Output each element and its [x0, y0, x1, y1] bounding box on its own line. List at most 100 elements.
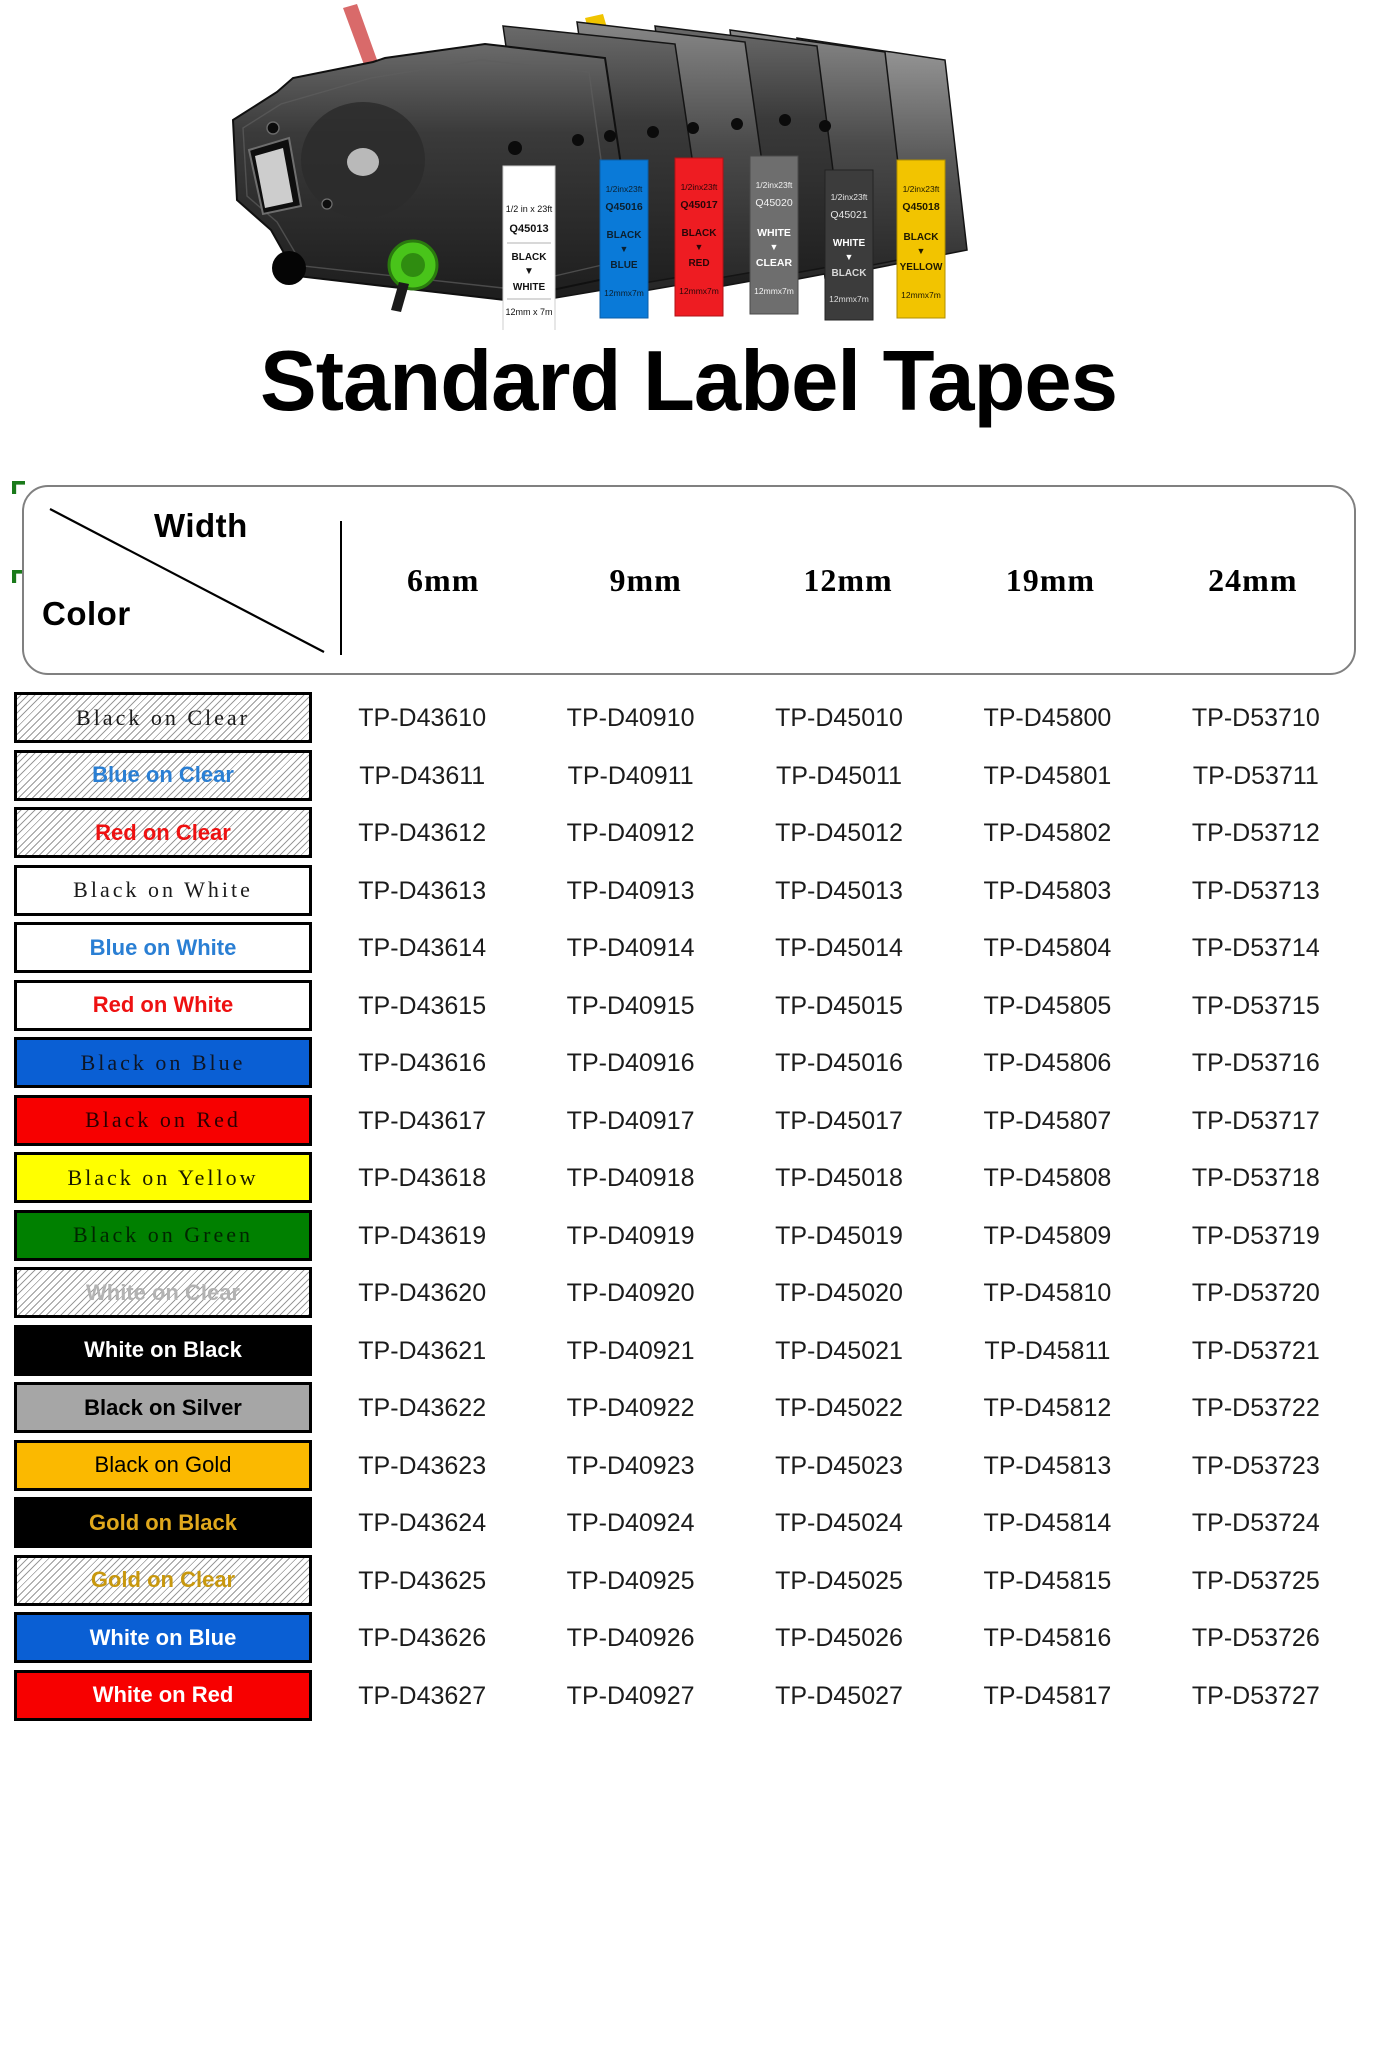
- part-number-cell: TP-D53716: [1191, 1049, 1320, 1078]
- svg-text:▼: ▼: [917, 246, 926, 256]
- table-row: White on Black TP-D43621 TP-D40921 TP-D4502…: [0, 1323, 1377, 1381]
- part-number-cell: TP-D43619: [358, 1221, 487, 1250]
- part-number-cell: TP-D40913: [566, 876, 695, 905]
- part-number-cell: TP-D45013: [775, 876, 903, 905]
- table-row: Red on White TP-D43615 TP-D40915 TP-D45015 T…: [0, 978, 1377, 1036]
- part-number-cells: TP-D43610 TP-D40910 TP-D45010 TP-D45800 TP-D…: [318, 690, 1360, 748]
- header-width-label: Width: [154, 507, 248, 544]
- color-swatch-label: Black on White: [73, 877, 253, 902]
- part-number-cell: TP-D53724: [1191, 1509, 1320, 1538]
- part-number-cell: TP-D45014: [775, 934, 903, 963]
- color-swatch: Red on White: [14, 979, 312, 1031]
- svg-text:BLACK: BLACK: [682, 228, 718, 239]
- part-number-cell: TP-D43616: [358, 1049, 487, 1078]
- part-number-cell: TP-D45012: [775, 819, 903, 848]
- part-number-cells: TP-D43620 TP-D40920 TP-D45020 TP-D45810 TP-D…: [318, 1265, 1360, 1323]
- cartridge-label-q45018: 1/2inx23ft Q45018 BLACK ▼ YELLOW 12mmx7m: [896, 159, 946, 319]
- color-swatch: Blue on Clear: [14, 749, 312, 801]
- color-swatch-label: White on Black: [84, 1337, 242, 1362]
- color-swatch-label: Gold on Clear: [90, 1567, 236, 1592]
- table-row: White on Clear TP-D43620 TP-D40920 TP-D4502…: [0, 1265, 1377, 1323]
- part-number-cell: TP-D45024: [775, 1509, 903, 1538]
- svg-text:WHITE: WHITE: [513, 282, 546, 293]
- color-swatch-label: White on Blue: [89, 1624, 237, 1650]
- svg-text:▼: ▼: [620, 244, 629, 254]
- width-header-19mm: 19mm: [1005, 561, 1096, 598]
- part-number-cell: TP-D53717: [1191, 1106, 1320, 1135]
- color-swatch: Black on Clear: [14, 692, 312, 743]
- part-number-cells: TP-D43622 TP-D40922 TP-D45022 TP-D45812 TP-D…: [318, 1380, 1360, 1438]
- part-number-cell: TP-D40910: [566, 704, 695, 733]
- svg-text:WHITE: WHITE: [757, 227, 791, 239]
- width-column-headers: 6mm 9mm 12mm 19mm 24mm: [342, 487, 1354, 673]
- part-number-cell: TP-D40918: [566, 1164, 695, 1193]
- color-swatch: Black on Silver: [14, 1382, 312, 1433]
- color-swatch: Gold on Black: [14, 1497, 312, 1548]
- part-number-cell: TP-D53719: [1191, 1221, 1320, 1250]
- table-row: Black on Silver TP-D43622 TP-D40922 TP-D450…: [0, 1380, 1377, 1438]
- svg-text:Q45018: Q45018: [902, 201, 940, 213]
- table-row: Black on Red TP-D43617 TP-D40917 TP-D45017 T…: [0, 1093, 1377, 1151]
- part-number-cell: TP-D45011: [776, 761, 903, 790]
- part-number-cell: TP-D45807: [983, 1106, 1112, 1135]
- table-row: Black on Gold TP-D43623 TP-D40923 TP-D45023…: [0, 1438, 1377, 1496]
- svg-text:YELLOW: YELLOW: [900, 262, 943, 273]
- part-number-cell: TP-D43612: [358, 819, 487, 848]
- table-row: Gold on Black TP-D43624 TP-D40924 TP-D45024…: [0, 1495, 1377, 1553]
- part-number-cells: TP-D43619 TP-D40919 TP-D45019 TP-D45809 TP-D…: [318, 1208, 1360, 1266]
- page-title: Standard Label Tapes: [260, 334, 1118, 429]
- color-swatch: Black on White: [14, 864, 312, 916]
- green-corner-marker-top: [12, 481, 25, 494]
- cartridge-label-q45021: 1/2inx23ft Q45021 WHITE ▼ BLACK 12mmx7m: [824, 169, 874, 321]
- part-number-cell: TP-D45015: [775, 991, 903, 1020]
- part-number-cell: TP-D45814: [983, 1509, 1112, 1538]
- svg-text:RED: RED: [688, 258, 709, 269]
- part-number-cell: TP-D45010: [775, 704, 903, 733]
- part-number-cell: TP-D43618: [358, 1164, 487, 1193]
- svg-text:12mmx7m: 12mmx7m: [679, 286, 719, 296]
- cartridge-label-q45013: 1/2 in x 23ft Q45013 BLACK ▼ WHITE 12mm …: [502, 165, 556, 330]
- svg-text:1/2inx23ft: 1/2inx23ft: [681, 182, 718, 192]
- part-number-cell: TP-D45816: [983, 1624, 1112, 1653]
- part-number-cell: TP-D53722: [1191, 1394, 1320, 1423]
- part-number-cells: TP-D43623 TP-D40923 TP-D45023 TP-D45813 TP-D…: [318, 1438, 1360, 1496]
- color-swatch: Red on Clear: [14, 807, 312, 858]
- part-number-cell: TP-D45017: [775, 1106, 903, 1135]
- part-number-cell: TP-D45817: [983, 1681, 1112, 1710]
- table-row: Blue on Clear TP-D43611 TP-D40911 TP-D45011…: [0, 748, 1377, 806]
- color-swatch: Black on Yellow: [14, 1152, 312, 1203]
- part-number-cell: TP-D45811: [984, 1336, 1111, 1365]
- part-number-cell: TP-D40927: [566, 1681, 695, 1710]
- part-number-cells: TP-D43618 TP-D40918 TP-D45018 TP-D45808 TP-D…: [318, 1150, 1360, 1208]
- part-number-cell: TP-D53713: [1191, 876, 1320, 905]
- part-number-cell: TP-D40926: [566, 1624, 695, 1653]
- svg-text:▼: ▼: [695, 242, 704, 252]
- part-number-cell: TP-D45815: [983, 1566, 1112, 1595]
- part-number-cell: TP-D40912: [566, 819, 695, 848]
- part-number-cell: TP-D43624: [358, 1509, 487, 1538]
- part-number-cell: TP-D45016: [775, 1049, 903, 1078]
- part-number-cell: TP-D53712: [1191, 819, 1320, 848]
- part-number-cell: TP-D53727: [1191, 1681, 1320, 1710]
- part-number-cell: TP-D53710: [1191, 704, 1320, 733]
- part-number-cell: TP-D45805: [983, 991, 1112, 1020]
- color-swatch-label: Black on Clear: [76, 704, 250, 730]
- part-number-cell: TP-D45803: [983, 876, 1112, 905]
- part-number-cell: TP-D53721: [1191, 1336, 1320, 1365]
- part-number-cell: TP-D53715: [1191, 991, 1320, 1020]
- table-header: Width Color 6mm 9mm 12mm 19mm 24mm: [22, 485, 1356, 675]
- part-number-cell: TP-D45804: [983, 934, 1112, 963]
- part-number-cell: TP-D45810: [983, 1279, 1112, 1308]
- part-number-cell: TP-D40917: [566, 1106, 695, 1135]
- table-row: Black on White TP-D43613 TP-D40913 TP-D4501…: [0, 863, 1377, 921]
- svg-text:1/2inx23ft: 1/2inx23ft: [831, 192, 868, 202]
- product-photo: 1/2 in x 23ft Q45013 BLACK ▼ WHITE 12mm …: [185, 0, 975, 330]
- part-number-cell: TP-D40916: [566, 1049, 695, 1078]
- part-number-cells: TP-D43616 TP-D40916 TP-D45016 TP-D45806 TP-D…: [318, 1035, 1360, 1093]
- part-number-cell: TP-D45802: [983, 819, 1112, 848]
- color-swatch-label: Black on Blue: [80, 1049, 246, 1075]
- color-swatch-label: White on Red: [92, 1682, 234, 1707]
- color-swatch: Black on Gold: [14, 1439, 312, 1491]
- color-swatch-label: Red on White: [92, 992, 234, 1017]
- color-swatch-label: Gold on Black: [89, 1509, 237, 1535]
